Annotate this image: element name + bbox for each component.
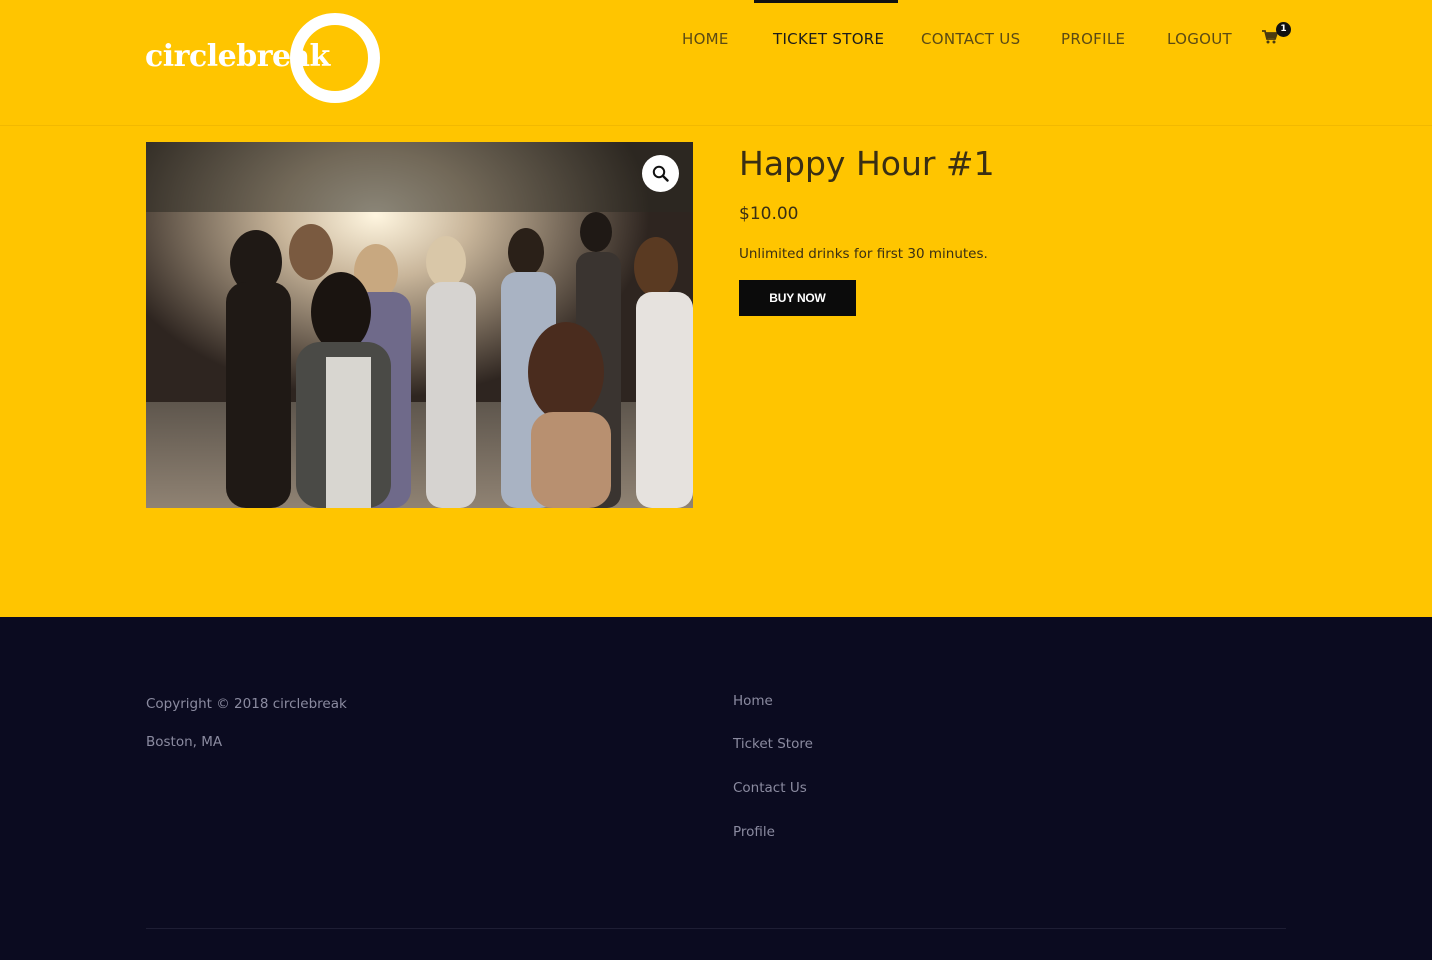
- nav-ticket-store[interactable]: TICKET STORE: [773, 29, 884, 49]
- footer-link-profile[interactable]: Profile: [733, 823, 775, 841]
- nav-contact-us[interactable]: CONTACT US: [921, 29, 1020, 49]
- product-image[interactable]: [146, 142, 693, 508]
- product-title: Happy Hour #1: [739, 144, 995, 183]
- nav-home[interactable]: HOME: [682, 29, 729, 49]
- site-header: circlebreak HOME TICKET STORE CONTACT US…: [0, 0, 1432, 126]
- site-logo[interactable]: circlebreak: [145, 13, 381, 109]
- footer-divider: [146, 928, 1286, 929]
- nav-logout[interactable]: LOGOUT: [1167, 29, 1232, 49]
- site-footer: Copyright © 2018 circlebreak Boston, MA …: [0, 617, 1432, 960]
- buy-now-button[interactable]: BUY NOW: [739, 280, 856, 316]
- product-description: Unlimited drinks for first 30 minutes.: [739, 246, 988, 262]
- event-photo: [146, 142, 693, 508]
- logo-text: circlebreak: [145, 39, 330, 74]
- footer-link-home[interactable]: Home: [733, 692, 773, 710]
- cart-count-badge: 1: [1276, 22, 1291, 37]
- product-price: $10.00: [739, 204, 799, 224]
- magnifier-icon: [652, 165, 669, 182]
- footer-link-contact-us[interactable]: Contact Us: [733, 779, 807, 797]
- nav-profile[interactable]: PROFILE: [1061, 29, 1125, 49]
- footer-link-ticket-store[interactable]: Ticket Store: [733, 735, 813, 753]
- zoom-button[interactable]: [642, 155, 679, 192]
- footer-copyright: Copyright © 2018 circlebreak: [146, 696, 347, 712]
- nav-active-indicator: [754, 0, 898, 3]
- footer-location: Boston, MA: [146, 734, 223, 750]
